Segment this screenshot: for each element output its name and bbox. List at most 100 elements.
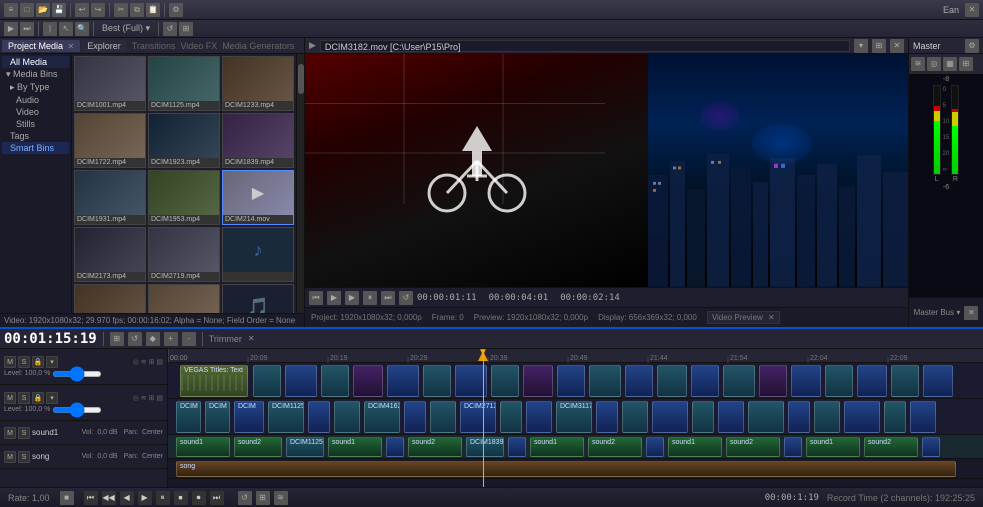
media-item-2[interactable]: DCIM1233.mp4 <box>222 56 294 111</box>
play-source-icon[interactable]: ▶ <box>327 291 341 305</box>
track-fader-v2[interactable] <box>52 407 102 413</box>
master-bus-close[interactable]: ✕ <box>964 306 978 320</box>
play-program-icon[interactable]: ▶ <box>345 291 359 305</box>
transitions-tab[interactable]: Transitions <box>132 41 176 51</box>
clip-v1-5[interactable] <box>387 365 419 397</box>
status-back-btn[interactable]: ◀ <box>120 491 134 505</box>
clip-a1-3[interactable] <box>386 437 404 457</box>
split-icon[interactable]: | <box>43 22 57 36</box>
clip-v2-12[interactable] <box>526 401 552 433</box>
clip-a1-sound1e[interactable]: sound1 <box>806 437 860 457</box>
paste-icon[interactable]: 📋 <box>146 3 160 17</box>
save-icon[interactable]: 💾 <box>52 3 66 17</box>
clip-a1-7[interactable] <box>922 437 940 457</box>
tree-tags[interactable]: Tags <box>2 130 69 142</box>
clip-a1-sound2d[interactable]: sound2 <box>726 437 780 457</box>
clip-v2-20[interactable] <box>788 401 810 433</box>
clip-v2-19[interactable] <box>748 401 784 433</box>
settings-icon[interactable]: ⚙ <box>169 3 183 17</box>
status-rec-btn[interactable]: ⏺ <box>192 491 206 505</box>
clip-v2-4[interactable]: DCIM1125 <box>268 401 304 433</box>
media-item-0[interactable]: DCIM1001.mp4 <box>74 56 146 111</box>
status-icon[interactable]: ■ <box>60 491 74 505</box>
status-rewind-btn[interactable]: ◀◀ <box>102 491 116 505</box>
scope-expand-icon[interactable]: ⊞ <box>959 57 973 71</box>
clip-v1-20[interactable] <box>891 365 919 397</box>
clip-a1-6[interactable] <box>784 437 802 457</box>
media-item-4[interactable]: DCIM1923.mp4 <box>148 113 220 168</box>
clip-a1-4[interactable] <box>508 437 526 457</box>
waveform-icon[interactable]: ≋ <box>911 57 925 71</box>
clip-v1-8[interactable] <box>491 365 519 397</box>
menu-icon[interactable]: ≡ <box>4 3 18 17</box>
tl-snap-icon[interactable]: ⊞ <box>110 332 124 346</box>
clip-v2-1[interactable]: DCIM <box>176 401 201 433</box>
clip-v2-3[interactable]: DCIM <box>234 401 264 433</box>
track-solo-btn-a1[interactable]: S <box>18 427 30 439</box>
media-item-1[interactable]: DCIM1125.mp4 <box>148 56 220 111</box>
clip-v2-16[interactable] <box>652 401 688 433</box>
status-next-btn[interactable]: ⏭ <box>210 491 224 505</box>
render-icon[interactable]: ▶ <box>4 22 18 36</box>
clip-v1-9[interactable] <box>523 365 553 397</box>
media-item-13[interactable]: DCIM3182.mov <box>148 284 220 313</box>
loop-preview-icon[interactable]: ↺ <box>399 291 413 305</box>
tree-by-type[interactable]: ▸ By Type <box>2 81 69 94</box>
clip-v2-22[interactable] <box>844 401 880 433</box>
tree-smart-bins[interactable]: Smart Bins <box>2 142 69 154</box>
track-lock-btn-v2[interactable]: 🔒 <box>32 392 44 404</box>
track-solo-btn-a2[interactable]: S <box>18 451 30 463</box>
video-preview-label[interactable]: Video Preview ✕ <box>707 311 780 324</box>
status-snap-icon[interactable]: ⊞ <box>256 491 270 505</box>
vectorscope-icon[interactable]: ◎ <box>927 57 941 71</box>
tab-explorer[interactable]: Explorer <box>81 40 127 52</box>
clip-v1-13[interactable] <box>657 365 687 397</box>
next-frame-icon[interactable]: ⏭ <box>381 291 395 305</box>
track-mute-btn-v2[interactable]: M <box>4 392 16 404</box>
cut-icon[interactable]: ✂ <box>114 3 128 17</box>
status-play-btn[interactable]: ▶ <box>138 491 152 505</box>
preview-close-icon[interactable]: ✕ <box>890 39 904 53</box>
media-generators-tab[interactable]: Media Generators <box>222 41 294 51</box>
media-item-10[interactable]: DCIM2719.mp4 <box>148 227 220 282</box>
tl-zoom-in-icon[interactable]: + <box>164 332 178 346</box>
clip-v2-18[interactable] <box>718 401 744 433</box>
clip-v1-11[interactable] <box>589 365 621 397</box>
preview-options-icon[interactable]: ⊞ <box>872 39 886 53</box>
pause-icon[interactable]: ⏸ <box>363 291 377 305</box>
media-scroll-thumb[interactable] <box>298 64 304 94</box>
tree-audio[interactable]: Audio <box>2 94 69 106</box>
clip-v2-23[interactable] <box>884 401 906 433</box>
track-mute-btn-v1[interactable]: M <box>4 356 16 368</box>
clip-v1-7[interactable] <box>455 365 487 397</box>
select-icon[interactable]: ↖ <box>59 22 73 36</box>
clip-v2-14[interactable] <box>596 401 618 433</box>
clip-v1-3[interactable] <box>321 365 349 397</box>
status-loop-icon[interactable]: ↺ <box>238 491 252 505</box>
clip-v2-13[interactable]: DCIM3117 <box>556 401 592 433</box>
open-icon[interactable]: 📂 <box>36 3 50 17</box>
track-mute-btn-a2[interactable]: M <box>4 451 16 463</box>
render2-icon[interactable]: ⏭ <box>20 22 34 36</box>
clip-a1-5[interactable] <box>646 437 664 457</box>
tl-marker-icon[interactable]: ◆ <box>146 332 160 346</box>
tl-trimmer-tab[interactable]: Trimmer <box>209 334 242 344</box>
clip-v2-21[interactable] <box>814 401 840 433</box>
media-item-6[interactable]: DCIM1931.mp4 <box>74 170 146 225</box>
track-solo-btn-v1[interactable]: S <box>18 356 30 368</box>
close-tab-project-media[interactable]: ✕ <box>68 42 75 51</box>
master-settings-icon[interactable]: ⚙ <box>965 39 979 53</box>
clip-v1-18[interactable] <box>825 365 853 397</box>
clip-v2-15[interactable] <box>622 401 648 433</box>
clip-v2-17[interactable] <box>692 401 714 433</box>
clip-v1-12[interactable] <box>625 365 653 397</box>
clip-v2-8[interactable] <box>404 401 426 433</box>
histogram-icon[interactable]: ▦ <box>943 57 957 71</box>
clip-a1-dcim1839[interactable]: DCIM1839 <box>466 437 504 457</box>
track-fader-v1[interactable] <box>52 371 102 377</box>
clip-v1-2[interactable] <box>285 365 317 397</box>
loop-icon[interactable]: ↺ <box>163 22 177 36</box>
clip-a1-sound1b[interactable]: sound1 <box>328 437 382 457</box>
clip-a1-sound1c[interactable]: sound1 <box>530 437 584 457</box>
close-icon[interactable]: ✕ <box>965 3 979 17</box>
